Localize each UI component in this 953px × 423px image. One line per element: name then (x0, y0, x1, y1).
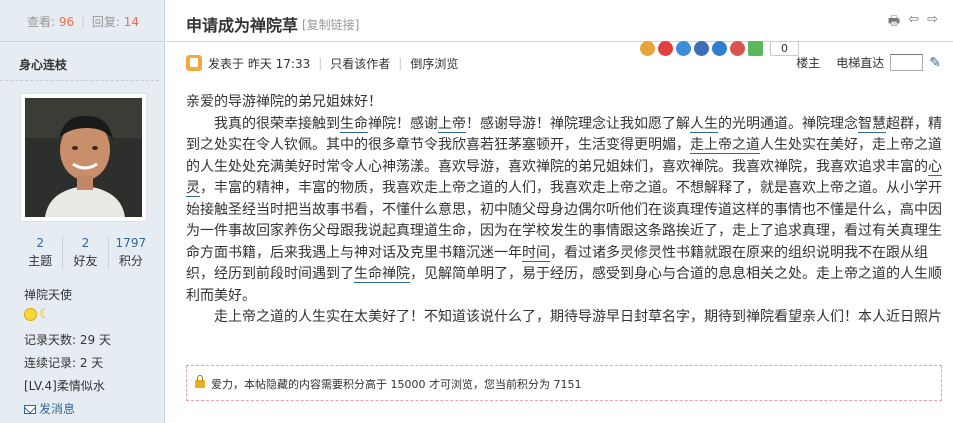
avatar[interactable] (20, 93, 147, 222)
count-threads[interactable]: 2 主题 (18, 236, 64, 269)
keyword-link[interactable]: 人生 (690, 115, 718, 133)
post-icon (186, 55, 202, 71)
keyword-link[interactable]: 生命禅院 (354, 266, 410, 283)
profile-counts: 2 主题 2 好友 1797 积分 (18, 236, 153, 269)
keyword-link[interactable]: 时间 (522, 244, 550, 262)
count-friends[interactable]: 2 好友 (63, 236, 109, 269)
keyword-link[interactable]: 智慧 (858, 115, 886, 133)
envelope-icon (24, 405, 36, 414)
prev-thread-icon[interactable]: ⇦ (908, 12, 919, 34)
go-floor-icon[interactable]: ✎ (929, 55, 941, 71)
rank-emoji-icons: ☾ (24, 308, 52, 321)
lock-icon (195, 375, 205, 388)
print-icon[interactable]: 🖶 (888, 12, 900, 34)
post-main: 申请成为禅院草 [复制链接] 🖶 ⇦ ⇨ 0 发表于 昨天 17:33 | 只看… (166, 0, 953, 423)
moon-icon: ☾ (39, 307, 51, 322)
user-rank[interactable]: 禅院天使 (24, 286, 72, 303)
user-level: [LV.4]柔情似水 (24, 379, 105, 393)
next-thread-icon[interactable]: ⇨ (927, 12, 938, 34)
keyword-link[interactable]: 走上帝之道 (690, 137, 760, 154)
author-sidebar: 查看: 96 | 回复: 14 身心连枝 2 主题 2 好友 1797 积分 禅… (0, 0, 165, 423)
thread-stats: 查看: 96 | 回复: 14 (0, 0, 164, 42)
record-days: 记录天数: 29 天 (24, 333, 111, 347)
post-paragraph-2: 走上帝之道的人生实在太美好了！不知道该说什么了，期待导游早日封草名字，期待到禅院… (214, 309, 942, 325)
sun-icon (24, 308, 37, 321)
floor-jump-input[interactable] (890, 54, 924, 71)
post-time: 发表于 昨天 17:33 (208, 56, 311, 71)
avatar-image (25, 98, 142, 217)
streak-days: 连续记录: 2 天 (24, 356, 104, 370)
elevator-label: 电梯直达 (836, 56, 885, 70)
post-content: 亲爱的导游禅院的弟兄姐妹好！ 我真的很荣幸接触到生命禅院！感谢上帝！感谢导游！禅… (186, 92, 944, 329)
hidden-content-notice: 爱力，本帖隐藏的内容需要积分高于 15000 才可浏览，您当前积分为 7151 (186, 365, 942, 401)
floor-nav: 楼主 电梯直达 ✎ (796, 54, 941, 71)
post-paragraph-1: 我真的很荣幸接触到生命禅院！感谢上帝！感谢导游！禅院理念让我如愿了解人生的光明通… (186, 115, 942, 304)
copy-link-button[interactable]: [复制链接] (302, 16, 359, 33)
greeting: 亲爱的导游禅院的弟兄姐妹好！ (186, 94, 382, 110)
replies-count: 14 (123, 15, 140, 29)
floor-label: 楼主 (796, 56, 821, 70)
thread-header: 申请成为禅院草 [复制链接] 🖶 ⇦ ⇨ (166, 0, 953, 42)
views-label: 查看: (27, 15, 56, 29)
count-points[interactable]: 1797 积分 (109, 236, 153, 269)
thread-title: 申请成为禅院草 (186, 16, 299, 35)
thread-tools: 🖶 ⇦ ⇨ (888, 12, 938, 34)
replies-label: 回复: (91, 15, 120, 29)
send-message-link[interactable]: 发消息 (24, 400, 75, 417)
views-count: 96 (58, 15, 75, 29)
reverse-order-link[interactable]: 倒序浏览 (410, 55, 458, 72)
avatar-photo (25, 98, 142, 217)
author-name[interactable]: 身心连枝 (0, 42, 159, 81)
keyword-link[interactable]: 生命 (340, 115, 368, 133)
keyword-link[interactable]: 上帝 (438, 115, 466, 133)
only-author-link[interactable]: 只看该作者 (330, 55, 390, 72)
